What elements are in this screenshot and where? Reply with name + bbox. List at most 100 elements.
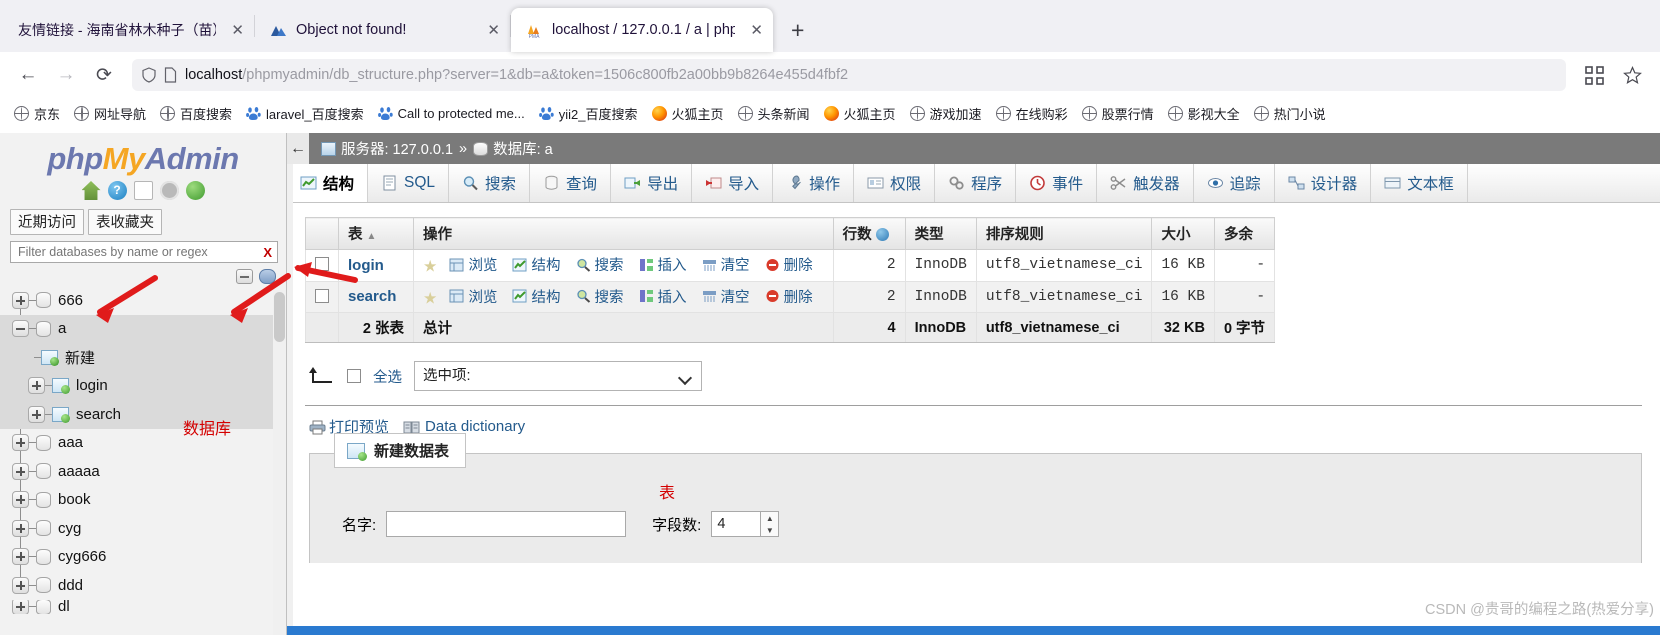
bookmark-star-icon[interactable] [1616,59,1648,91]
sidebar-tab-favorites[interactable]: 表收藏夹 [88,209,162,235]
help-icon[interactable] [107,181,127,200]
action-insert[interactable]: 插入 [639,286,687,307]
cell-table-name[interactable]: search [338,280,414,313]
expand-icon[interactable] [12,434,29,452]
tab-structure[interactable]: 结构 [287,164,369,202]
expand-icon[interactable] [12,548,29,566]
tab-export[interactable]: 导出 [611,164,693,202]
page-icon[interactable] [164,67,177,83]
address-bar[interactable]: localhost/phpmyadmin/db_structure.php?se… [132,59,1566,91]
sidebar-scrollbar-thumb[interactable] [274,292,285,342]
back-button[interactable]: ← [12,59,44,91]
action-drop[interactable]: 删除 [765,286,813,307]
bookmark-item[interactable]: 百度搜索 [154,102,238,125]
row-checkbox-cell[interactable] [305,280,339,313]
action-browse[interactable]: 浏览 [449,286,497,307]
tree-item-cyg666[interactable]: cyg666 [0,543,286,572]
expand-icon[interactable] [12,576,29,594]
action-search[interactable]: 搜索 [576,286,624,307]
action-structure[interactable]: 结构 [512,254,560,275]
table-row[interactable]: search ★ 浏览 结构 搜索 插入 清空 删除 2 InnoDB utf8… [305,280,1276,313]
with-selected-select[interactable]: 选中项: [414,361,702,391]
bookmark-item[interactable]: laravel_百度搜索 [240,102,370,125]
tab-close-icon[interactable]: ✕ [750,23,763,38]
bookmark-item[interactable]: 游戏加速 [904,102,988,125]
bookmark-item[interactable]: 京东 [8,102,66,125]
bookmark-item[interactable]: yii2_百度搜索 [533,102,644,125]
with-selected-select-wrap[interactable]: 选中项: [414,361,702,391]
action-empty[interactable]: 清空 [702,286,750,307]
bookmark-item[interactable]: 影视大全 [1162,102,1246,125]
tab-import[interactable]: 导入 [692,164,774,202]
bookmark-item[interactable]: Call to protected me... [372,104,531,123]
columns-count-stepper[interactable]: ▲▼ [711,511,780,537]
docs-icon[interactable] [133,181,153,200]
breadcrumb-back-button[interactable]: ← [287,133,309,164]
collapse-all-icon[interactable] [236,269,253,284]
sidebar-scrollbar[interactable] [273,290,286,635]
settings-icon[interactable] [159,181,179,200]
stepper-buttons[interactable]: ▲ ▼ [761,511,780,537]
tree-item-login[interactable]: login [0,371,286,400]
columns-count-input[interactable] [711,511,762,537]
action-empty[interactable]: 清空 [702,254,750,275]
stepper-down-icon[interactable]: ▼ [761,524,778,536]
tree-item-aaa[interactable]: aaa [0,429,286,458]
th-table-name[interactable]: 表 ▲ [338,217,414,250]
expand-icon[interactable] [12,462,29,480]
help-icon[interactable] [875,228,889,241]
browser-tab-3[interactable]: PMA localhost / 127.0.0.1 / a | php ✕ [511,8,773,52]
tab-tracking[interactable]: 追踪 [1194,164,1275,202]
tree-item-search[interactable]: search [0,400,286,429]
browser-tab-2[interactable]: Object not found! ✕ [255,8,510,52]
row-checkbox[interactable] [315,288,329,303]
th-overhead[interactable]: 多余 [1213,217,1276,250]
tree-item-cyg[interactable]: cyg [0,514,286,543]
action-search[interactable]: 搜索 [576,254,624,275]
stepper-up-icon[interactable]: ▲ [761,512,778,524]
phpmyadmin-logo[interactable]: phpMyAdmin [0,133,286,177]
star-icon[interactable]: ★ [423,259,437,276]
breadcrumb-server[interactable]: 服务器: 127.0.0.1 [341,138,453,159]
bookmark-item[interactable]: 股票行情 [1076,102,1160,125]
home-icon[interactable] [81,181,101,200]
tab-query[interactable]: 查询 [530,164,612,202]
tab-close-icon[interactable]: ✕ [487,23,500,38]
collapse-icon[interactable] [12,320,29,338]
bookmark-item[interactable]: 网址导航 [68,102,152,125]
table-name-link[interactable]: login [348,257,384,274]
tree-item-666[interactable]: 666 [0,286,286,315]
row-checkbox-cell[interactable] [305,249,339,282]
th-collation[interactable]: 排序规则 [975,217,1153,250]
bookmark-item[interactable]: 头条新闻 [732,102,816,125]
expand-icon[interactable] [12,291,29,309]
star-icon[interactable]: ★ [423,290,437,307]
tree-item-new-table[interactable]: 新建 [0,343,286,372]
new-tab-button[interactable]: + [791,19,804,42]
expand-icon[interactable] [28,377,45,395]
sidebar-tab-recent[interactable]: 近期访问 [10,209,84,235]
expand-icon[interactable] [12,491,29,509]
table-name-input[interactable] [386,511,627,537]
expand-icon[interactable] [12,519,29,537]
expand-icon[interactable] [12,599,29,614]
action-insert[interactable]: 插入 [639,254,687,275]
table-name-link[interactable]: search [348,288,396,305]
tab-privileges[interactable]: 权限 [854,164,936,202]
expand-icon[interactable] [28,405,45,423]
breadcrumb-database[interactable]: 数据库: a [493,138,553,159]
th-type[interactable]: 类型 [904,217,977,250]
tab-designer[interactable]: 设计器 [1275,164,1372,202]
check-all-checkbox[interactable] [347,369,361,383]
bookmark-item[interactable]: 在线购彩 [990,102,1074,125]
check-all-label[interactable]: 全选 [373,366,402,387]
action-structure[interactable]: 结构 [512,286,560,307]
tree-item-dl[interactable]: dl [0,599,286,614]
qr-icon[interactable] [1578,59,1610,91]
refresh-icon[interactable] [185,181,205,200]
tab-triggers[interactable]: 触发器 [1097,164,1194,202]
tree-item-aaaaa[interactable]: aaaaa [0,457,286,486]
cell-table-name[interactable]: login [338,249,414,282]
row-checkbox[interactable] [315,257,329,272]
tree-item-ddd[interactable]: ddd [0,571,286,600]
